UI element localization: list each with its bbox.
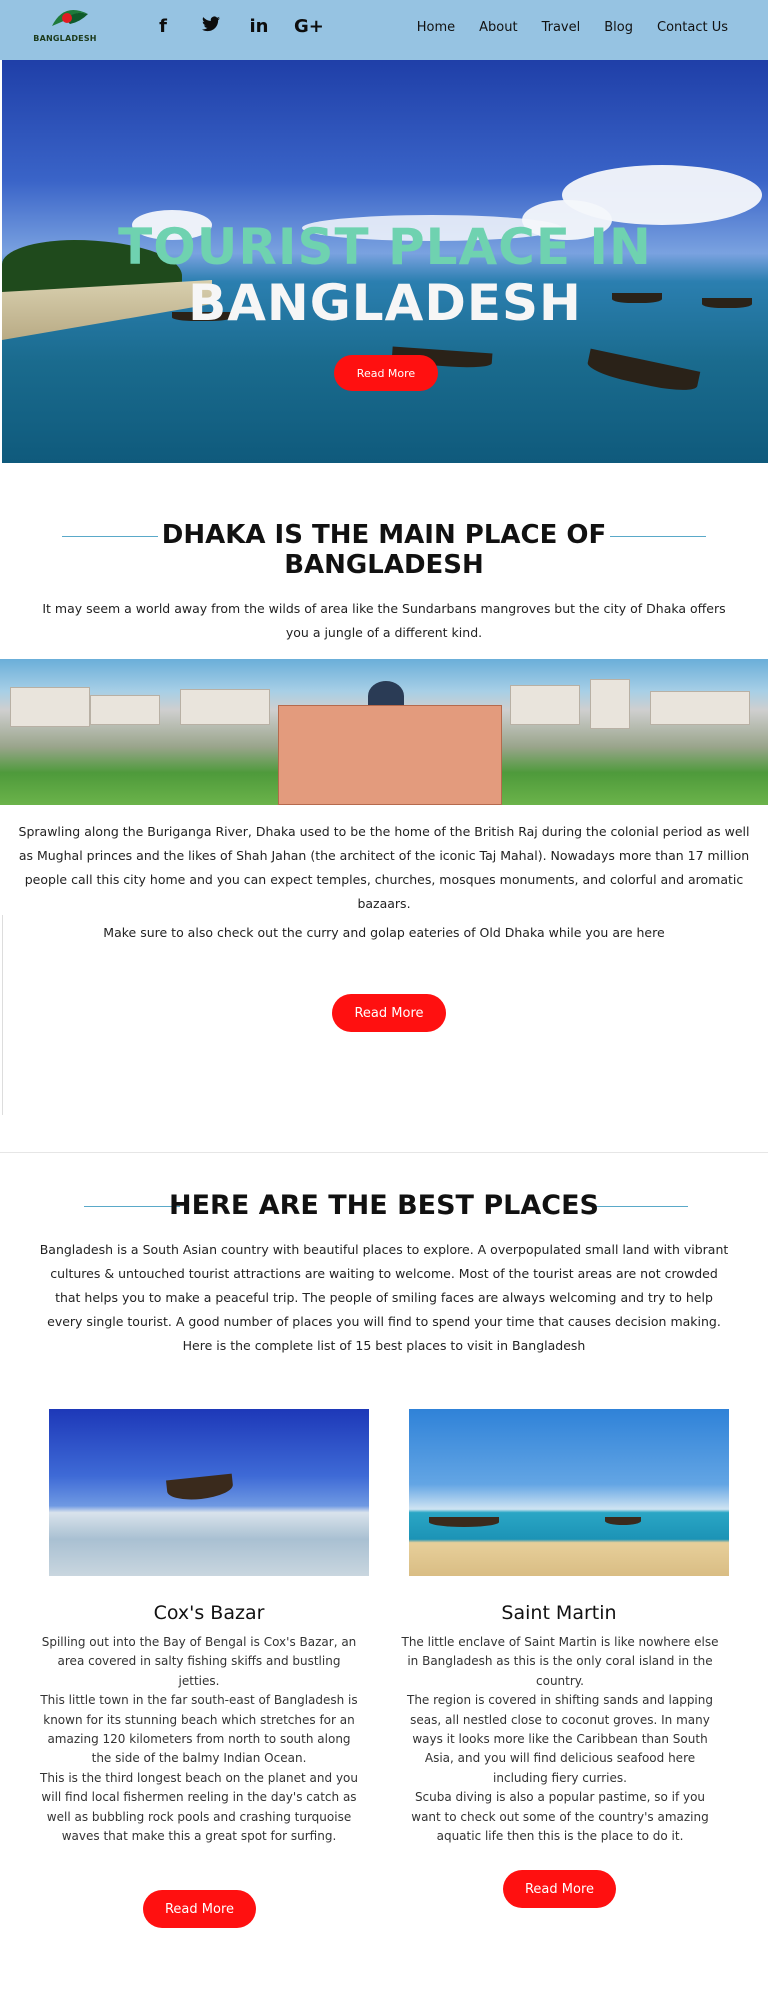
section-divider [0,1152,768,1153]
best-places-heading: HERE ARE THE BEST PLACES [169,1190,599,1221]
linkedin-icon[interactable]: in [246,16,272,37]
saint-martin-title: Saint Martin [501,1602,617,1624]
logo-text: BANGLADESH [33,34,97,43]
lalbagh-fort [278,705,502,805]
hero-title-line1: TOURIST PLACE IN [118,218,652,276]
saint-martin-read-more-button[interactable]: Read More [503,1870,616,1908]
dhaka-intro: It may seem a world away from the wilds … [42,601,726,640]
city-building [650,691,750,725]
city-building [180,689,270,725]
top-nav: BANGLADESH f in G+ Home About Travel Blo… [0,0,768,60]
main-menu: Home About Travel Blog Contact Us [417,20,728,35]
bangladesh-flag-logo-icon [52,10,88,26]
hero-banner: TOURIST PLACE IN BANGLADESH Read More [2,60,768,463]
best-places-intro: Bangladesh is a South Asian country with… [39,1242,729,1353]
dhaka-heading-line1: DHAKA IS THE MAIN PLACE OF [161,520,607,550]
menu-item-contact-us[interactable]: Contact Us [657,20,728,35]
fishing-boat [429,1517,499,1527]
coxs-bazar-image [49,1409,369,1576]
dhaka-city-image [0,659,768,805]
city-building [590,679,630,729]
dhaka-tip: Make sure to also check out the curry an… [103,925,665,940]
facebook-icon[interactable]: f [150,16,176,37]
menu-item-blog[interactable]: Blog [604,20,633,35]
hero-boat [585,348,701,396]
hero-title-line2: BANGLADESH [188,274,582,332]
coxs-bazar-read-more-button[interactable]: Read More [143,1890,256,1928]
coxs-bazar-text: Spilling out into the Bay of Bengal is C… [40,1635,358,1844]
google-plus-icon[interactable]: G+ [294,16,324,37]
dhaka-read-more-button[interactable]: Read More [332,994,446,1032]
hero-read-more-button[interactable]: Read More [334,355,438,391]
menu-item-home[interactable]: Home [417,20,455,35]
menu-item-about[interactable]: About [479,20,517,35]
city-building [10,687,90,727]
social-links: f in G+ [150,16,324,37]
saint-martin-text: The little enclave of Saint Martin is li… [401,1635,719,1844]
saint-martin-image [409,1409,729,1576]
city-building [90,695,160,725]
site-logo[interactable]: BANGLADESH [30,4,100,50]
twitter-icon[interactable] [198,16,224,37]
city-building [510,685,580,725]
fishing-boat [605,1517,641,1525]
dhaka-heading-line2: BANGLADESH [284,550,484,580]
dhaka-body: Sprawling along the Buriganga River, Dha… [18,824,750,911]
coxs-bazar-title: Cox's Bazar [153,1602,265,1624]
menu-item-travel[interactable]: Travel [542,20,581,35]
fishing-boat [166,1473,234,1503]
side-divider [2,915,3,1115]
